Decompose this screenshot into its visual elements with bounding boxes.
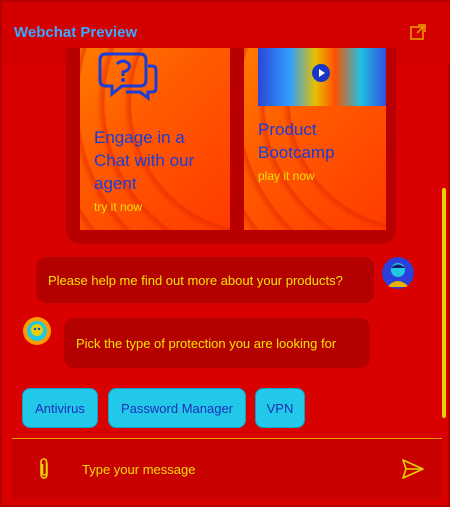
card-title: Engage in a Chat with our agent — [94, 128, 195, 193]
suggestion-password-manager-button[interactable]: Password Manager — [108, 388, 246, 428]
external-link-icon[interactable] — [410, 24, 426, 40]
user-avatar — [382, 257, 414, 289]
carousel-card-chat[interactable]: Engage in a Chat with our agent try it n… — [80, 48, 230, 230]
message-composer — [12, 439, 442, 499]
carousel-card-bootcamp[interactable]: Product Bootcamp play it now — [244, 48, 386, 230]
bot-message: Pick the type of protection you are look… — [64, 318, 370, 368]
webchat-window: Webchat Preview Engage in a Chat with ou… — [0, 0, 450, 507]
header-title: Webchat Preview — [14, 24, 138, 41]
bot-avatar — [22, 316, 52, 346]
suggestion-antivirus-button[interactable]: Antivirus — [22, 388, 98, 428]
paperclip-icon[interactable] — [36, 457, 52, 481]
user-message: Please help me find out more about your … — [36, 257, 374, 303]
suggestion-vpn-button[interactable]: VPN — [255, 388, 305, 428]
send-icon[interactable] — [402, 459, 424, 479]
card-action-link[interactable]: try it now — [94, 200, 142, 214]
bot-avatar-icon — [23, 317, 51, 345]
message-text: Please help me find out more about your … — [48, 272, 343, 288]
chat-transcript[interactable]: Engage in a Chat with our agent try it n… — [12, 48, 446, 438]
card-action-link[interactable]: play it now — [258, 169, 315, 183]
user-avatar-icon — [382, 257, 414, 289]
bootcamp-video-thumbnail[interactable] — [258, 48, 386, 106]
message-text: Pick the type of protection you are look… — [76, 335, 337, 351]
play-icon[interactable] — [312, 64, 330, 82]
message-input[interactable] — [82, 457, 382, 481]
chat-question-icon — [98, 52, 158, 101]
scrollbar[interactable] — [442, 188, 446, 418]
card-title: Product Bootcamp — [258, 120, 335, 162]
carousel: Engage in a Chat with our agent try it n… — [66, 48, 396, 244]
